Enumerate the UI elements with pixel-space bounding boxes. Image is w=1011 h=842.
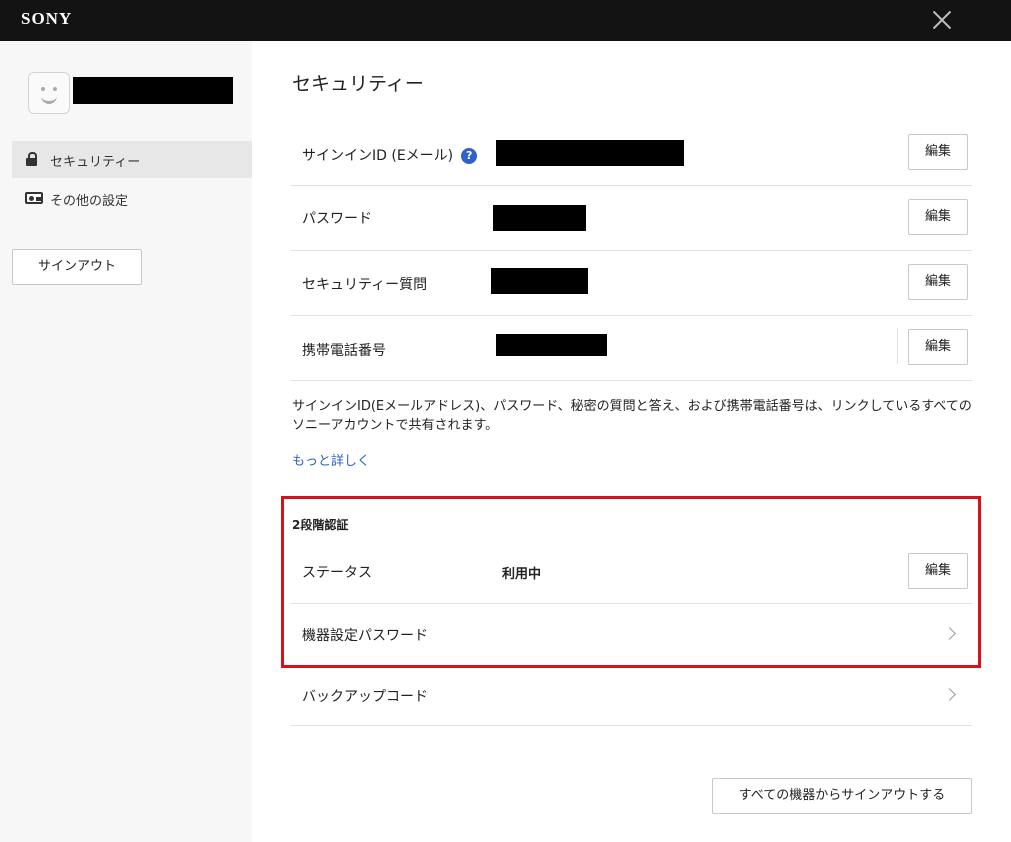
row-signin-id: サインインID (Eメール)? 編集: [291, 121, 972, 186]
top-bar: SONY: [0, 0, 1011, 41]
edit-button[interactable]: 編集: [908, 134, 968, 170]
sidebar-item-security[interactable]: セキュリティー: [12, 141, 252, 178]
row-label: 携帯電話番号: [302, 343, 386, 359]
redacted-phone: [496, 334, 607, 356]
status-value: 利用中: [502, 567, 542, 582]
signout-all-devices-button[interactable]: すべての機器からサインアウトする: [712, 778, 972, 814]
signout-button[interactable]: サインアウト: [12, 249, 142, 285]
edit-button[interactable]: 編集: [908, 553, 968, 589]
edit-button[interactable]: 編集: [908, 329, 968, 365]
sidebar: セキュリティー その他の設定 サインアウト: [0, 41, 252, 842]
lock-icon: [26, 152, 37, 166]
redacted-security-question: [491, 268, 588, 294]
edit-button[interactable]: 編集: [908, 199, 968, 235]
learn-more-link[interactable]: もっと詳しく: [292, 450, 370, 469]
avatar-eye: [41, 87, 45, 91]
redacted-username: [73, 77, 233, 104]
sony-logo: SONY: [21, 9, 73, 28]
chevron-right-icon: [943, 688, 956, 701]
sidebar-item-label: その他の設定: [50, 194, 129, 209]
shared-info-note: サインインID(Eメールアドレス)、パスワード、秘密の質問と答え、および携帯電話…: [292, 399, 972, 433]
id-card-icon: [25, 192, 43, 204]
sidebar-item-label: セキュリティー: [50, 155, 141, 170]
close-icon[interactable]: [928, 6, 956, 34]
row-backup-code[interactable]: バックアップコード: [291, 664, 972, 726]
help-icon[interactable]: ?: [461, 148, 478, 164]
row-label: 機器設定パスワード: [302, 628, 428, 644]
row-label: パスワード: [302, 211, 372, 227]
sidebar-item-other-settings[interactable]: その他の設定: [12, 180, 252, 217]
row-label: セキュリティー質問: [302, 277, 428, 293]
avatar: [28, 72, 70, 114]
avatar-eye: [53, 87, 57, 91]
row-label: バックアップコード: [302, 689, 428, 705]
row-mobile-number: 携帯電話番号 編集: [291, 316, 972, 381]
divider: [897, 328, 898, 364]
avatar-mouth: [41, 93, 57, 104]
row-label: ステータス: [302, 565, 372, 581]
two-step-title: 2段階認証: [292, 518, 349, 532]
redacted-email: [496, 140, 684, 166]
row-security-question: セキュリティー質問 編集: [291, 251, 972, 316]
row-password: パスワード 編集: [291, 186, 972, 251]
row-label: サインインID (Eメール)?: [302, 145, 478, 165]
chevron-right-icon: [943, 627, 956, 640]
page-title: セキュリティー: [292, 73, 424, 95]
redacted-password: [493, 205, 586, 231]
row-two-step-status: ステータス 利用中 編集: [291, 538, 972, 604]
row-device-password[interactable]: 機器設定パスワード: [291, 604, 972, 662]
edit-button[interactable]: 編集: [908, 264, 968, 300]
row-label-text: サインインID (Eメール): [302, 148, 454, 164]
